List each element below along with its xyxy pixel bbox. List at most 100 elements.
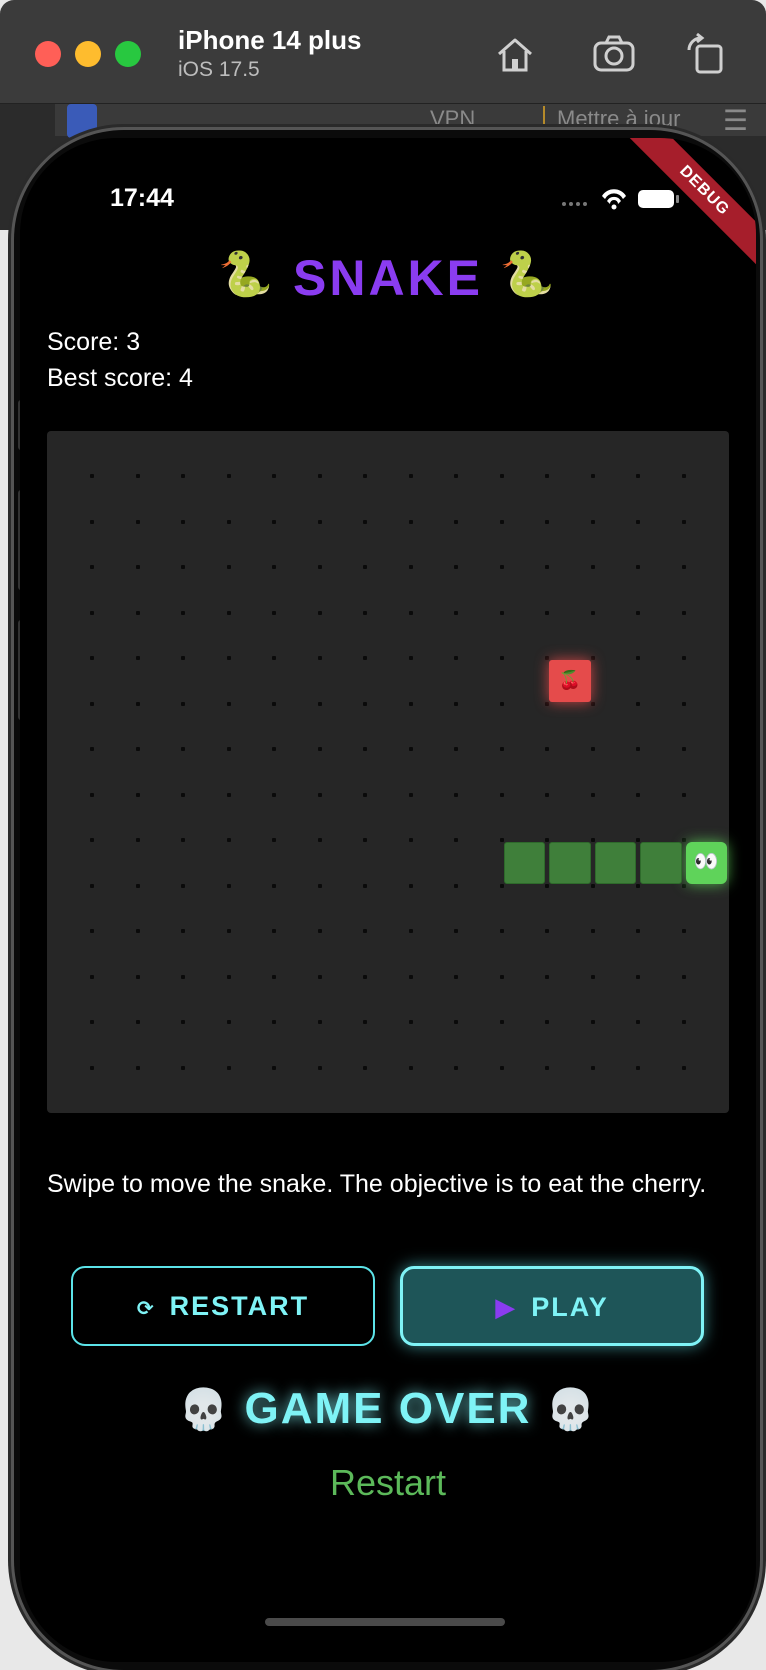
grid-dot [181,929,186,934]
grid-dot [272,838,277,843]
grid-dot [454,1065,459,1070]
grid-dot [181,519,186,524]
grid-dot [272,883,277,888]
grid-dot [272,701,277,706]
vpn-label: VPN [430,106,476,131]
simulator-titlebar: iPhone 14 plus iOS 17.5 [0,0,766,104]
grid-dot [454,565,459,570]
grid-dot [90,519,95,524]
grid-dot [317,1065,322,1070]
grid-dot [636,1020,641,1025]
grid-dot [135,792,140,797]
grid-dot [681,883,686,888]
grid-dot [590,565,595,570]
grid-dot [363,656,368,661]
grid-dot [90,974,95,979]
close-window-button[interactable] [35,41,61,67]
game-board[interactable]: 🍒 👀 [47,431,729,1113]
grid-dot [681,656,686,661]
grid-dot [590,883,595,888]
grid-dot [363,747,368,752]
grid-dot [135,1065,140,1070]
grid-dot [454,838,459,843]
grid-dot [545,474,550,479]
grid-dot [590,474,595,479]
grid-dot [181,792,186,797]
restart-button[interactable]: ⟳ RESTART [71,1266,375,1346]
grid-dot [590,838,595,843]
grid-dot [408,974,413,979]
grid-dot [90,747,95,752]
grid-dot [590,1020,595,1025]
hamburger-menu-icon: ☰ [722,105,748,136]
grid-dot [317,519,322,524]
grid-dot [135,1020,140,1025]
minimize-window-button[interactable] [75,41,101,67]
grid-dot [272,656,277,661]
grid-dot [681,701,686,706]
grid-dot [317,610,322,615]
game-title-text: SNAKE [292,250,484,306]
zoom-window-button[interactable] [115,41,141,67]
grid-dot [181,974,186,979]
grid-dot [499,974,504,979]
grid-dot [681,565,686,570]
grid-dot [226,565,231,570]
rotate-icon[interactable] [683,32,727,76]
update-label: Mettre à jour [543,106,681,132]
screenshot-camera-icon[interactable] [592,32,636,76]
restart-link[interactable]: Restart [20,1462,756,1504]
grid-dot [499,792,504,797]
grid-dot [681,792,686,797]
grid-dot [636,474,641,479]
grid-dot [90,838,95,843]
grid-dot [681,974,686,979]
grid-dot [226,883,231,888]
grid-dot [454,883,459,888]
snake-icon: 🐍 [499,250,558,299]
grid-dot [636,519,641,524]
grid-dot [90,701,95,706]
grid-dot [135,747,140,752]
grid-dot [681,1020,686,1025]
grid-dot [545,610,550,615]
grid-dot [545,519,550,524]
grid-dot [90,883,95,888]
home-icon[interactable] [493,32,537,76]
grid-dot [272,747,277,752]
grid-dot [545,656,550,661]
skull-icon: 💀 [545,1388,598,1432]
grid-dot [272,974,277,979]
grid-dot [317,656,322,661]
grid-dot [272,519,277,524]
grid-dot [408,883,413,888]
grid-dot [317,747,322,752]
grid-dot [545,565,550,570]
grid-dot [363,474,368,479]
phone-screen: 17:44 DEBUG 🐍 SNAKE 🐍 Score: 3 Best scor… [20,138,756,1662]
game-title: 🐍 SNAKE 🐍 [20,248,756,307]
grid-dot [181,610,186,615]
grid-dot [226,747,231,752]
grid-dot [317,1020,322,1025]
grid-dot [590,747,595,752]
grid-dot [408,747,413,752]
grid-dot [272,565,277,570]
cherry-food: 🍒 [549,660,591,702]
grid-dot [408,838,413,843]
grid-dot [90,610,95,615]
grid-dot [590,701,595,706]
grid-dot [317,883,322,888]
grid-dot [454,929,459,934]
snake-body-segment [549,842,591,884]
grid-dot [636,792,641,797]
grid-dot [499,747,504,752]
grid-dot [363,610,368,615]
grid-dot [681,838,686,843]
grid-dot [636,610,641,615]
play-button[interactable]: ▶ PLAY [400,1266,704,1346]
grid-dot [135,701,140,706]
home-indicator [265,1618,505,1626]
grid-dot [545,792,550,797]
grid-dot [363,974,368,979]
